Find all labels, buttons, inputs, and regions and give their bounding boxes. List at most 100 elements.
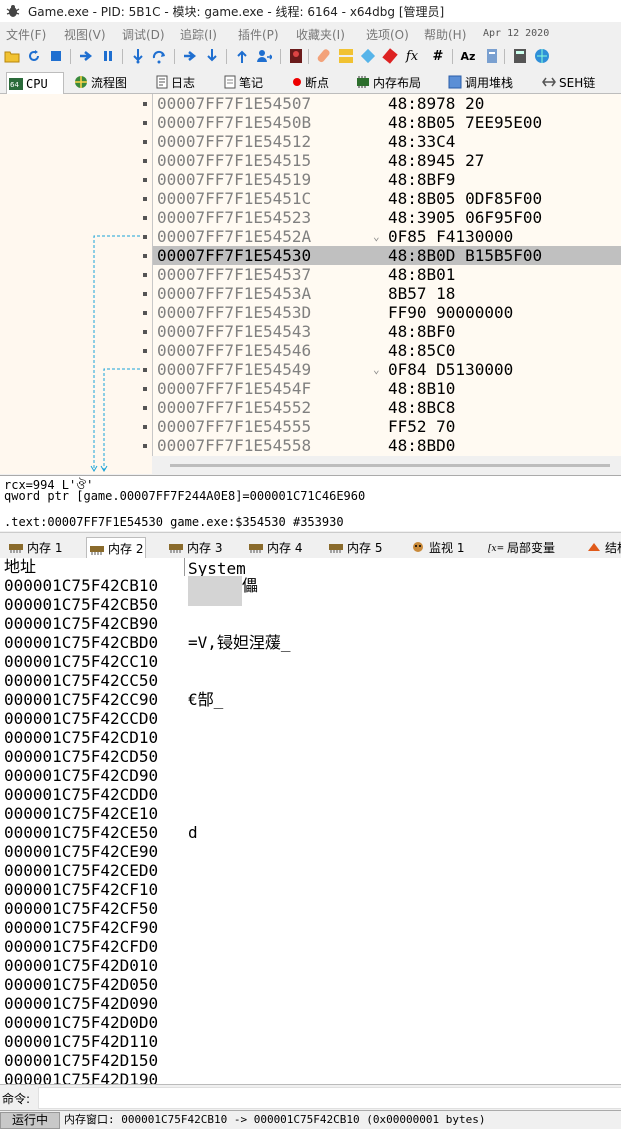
memory-dump-view[interactable]: 000001C75F42CB10 儡 000001C75F42CB50 000001C… [0, 576, 621, 1084]
tab-call-stack[interactable]: 调用堆栈 [446, 72, 515, 92]
disasm-row[interactable]: 00007FF7F1E5453A 8B57 18 [153, 284, 621, 303]
disasm-row[interactable]: 00007FF7F1E5454F 48:8B10 [153, 379, 621, 398]
tab-locals[interactable]: [x=]局部变量 [486, 537, 557, 557]
dump-row[interactable]: 000001C75F42CDD0 [0, 785, 621, 804]
disassembly-view[interactable]: 00007FF7F1E54507 48:8978 20 00007FF7F1E545… [152, 94, 621, 456]
step-into-icon[interactable] [130, 48, 146, 64]
dump-row[interactable]: 000001C75F42CC90 €郜_ [0, 690, 621, 709]
run-to-user-code-icon[interactable] [256, 48, 272, 64]
step-over-icon[interactable] [152, 48, 168, 64]
tab-dump-5[interactable]: 内存 5 [326, 537, 384, 557]
command-input[interactable] [38, 1087, 621, 1109]
dump-row[interactable]: 000001C75F42D010 [0, 956, 621, 975]
tab-dump-3[interactable]: 内存 3 [166, 537, 224, 557]
dump-row[interactable]: 000001C75F42CB50 [0, 595, 621, 614]
hash-icon[interactable]: # [430, 48, 446, 64]
dump-row[interactable]: 000001C75F42CB10 儡 [0, 576, 621, 595]
menu-trace[interactable]: 追踪(I) [180, 26, 217, 43]
comment-icon[interactable] [338, 48, 354, 64]
dump-row[interactable]: 000001C75F42CE50 d [0, 823, 621, 842]
disasm-row[interactable]: 00007FF7F1E5450B 48:8B05 7EE95E00 [153, 113, 621, 132]
disasm-row[interactable]: 00007FF7F1E54507 48:8978 20 [153, 94, 621, 113]
disasm-row[interactable]: 00007FF7F1E54543 48:8BF0 [153, 322, 621, 341]
restart-icon[interactable] [26, 48, 42, 64]
run-icon[interactable] [78, 48, 94, 64]
disasm-row[interactable]: 00007FF7F1E54549 ⌄ 0F84 D5130000 [153, 360, 621, 379]
disasm-row[interactable]: 00007FF7F1E5452A ⌄ 0F85 F4130000 [153, 227, 621, 246]
dump-row[interactable]: 000001C75F42CD50 [0, 747, 621, 766]
dump-row[interactable]: 000001C75F42CD10 [0, 728, 621, 747]
menu-options[interactable]: 选项(O) [366, 26, 409, 43]
scylla-icon[interactable] [288, 48, 304, 64]
menu-help[interactable]: 帮助(H) [424, 26, 466, 43]
bookmark-icon[interactable] [382, 48, 398, 64]
column-divider[interactable] [184, 558, 185, 576]
dump-row[interactable]: 000001C75F42CC50 [0, 671, 621, 690]
dump-row[interactable]: 000001C75F42CD90 [0, 766, 621, 785]
dump-row[interactable]: 000001C75F42CBD0 =V,锓妲涅蕿_ [0, 633, 621, 652]
dump-row[interactable]: 000001C75F42D190 [0, 1070, 621, 1084]
disasm-row[interactable]: 00007FF7F1E54512 48:33C4 [153, 132, 621, 151]
dump-row[interactable]: 000001C75F42D050 [0, 975, 621, 994]
disasm-row[interactable]: 00007FF7F1E54546 48:85C0 [153, 341, 621, 360]
disasm-row[interactable]: 00007FF7F1E5451C 48:8B05 0DF85F00 [153, 189, 621, 208]
disasm-row[interactable]: 00007FF7F1E54523 48:3905 06F95F00 [153, 208, 621, 227]
dump-row[interactable]: 000001C75F42CF50 [0, 899, 621, 918]
tab-notes[interactable]: 笔记 [222, 72, 265, 92]
function-icon[interactable]: fx [404, 48, 420, 64]
help-icon[interactable] [534, 48, 550, 64]
settings-icon[interactable] [484, 48, 500, 64]
dump-row[interactable]: 000001C75F42CF90 [0, 918, 621, 937]
disasm-row[interactable]: 00007FF7F1E54530 48:8B0D B15B5F00 [153, 246, 621, 265]
dump-row[interactable]: 000001C75F42CED0 [0, 861, 621, 880]
tab-watch-1[interactable]: 监视 1 [408, 537, 466, 557]
menu-favourites[interactable]: 收藏夹(I) [296, 26, 345, 43]
instruction-bytes: 48:8BF9 [388, 170, 456, 189]
dump-row[interactable]: 000001C75F42CCD0 [0, 709, 621, 728]
disasm-row[interactable]: 00007FF7F1E54558 48:8BD0 [153, 436, 621, 455]
menu-file[interactable]: 文件(F) [6, 26, 46, 43]
dump-row[interactable]: 000001C75F42D110 [0, 1032, 621, 1051]
disasm-row[interactable]: 00007FF7F1E5453D FF90 90000000 [153, 303, 621, 322]
tab-dump-4[interactable]: 内存 4 [246, 537, 304, 557]
menu-plugins[interactable]: 插件(P) [238, 26, 279, 43]
label-icon[interactable] [360, 48, 376, 64]
tab-breakpoints[interactable]: 断点 [290, 72, 331, 92]
font-icon[interactable]: Az [460, 48, 476, 64]
dump-row[interactable]: 000001C75F42D0D0 [0, 1013, 621, 1032]
trace-over-icon[interactable] [204, 48, 220, 64]
horizontal-scrollbar[interactable] [152, 456, 621, 474]
scrollbar-thumb[interactable] [170, 464, 610, 467]
stop-icon[interactable] [48, 48, 64, 64]
tab-cpu[interactable]: 64 CPU [6, 72, 64, 94]
dump-row[interactable]: 000001C75F42D090 [0, 994, 621, 1013]
tab-memory-map[interactable]: 内存布局 [354, 72, 423, 92]
disasm-row[interactable]: 00007FF7F1E54537 48:8B01 [153, 265, 621, 284]
tab-log[interactable]: 日志 [154, 72, 197, 92]
disasm-row[interactable]: 00007FF7F1E54552 48:8BC8 [153, 398, 621, 417]
tab-dump-1[interactable]: 内存 1 [6, 537, 64, 557]
dump-row[interactable]: 000001C75F42CE90 [0, 842, 621, 861]
tab-graph[interactable]: 流程图 [72, 72, 129, 92]
disasm-row[interactable]: 00007FF7F1E54519 48:8BF9 [153, 170, 621, 189]
patch-icon[interactable] [316, 48, 332, 64]
dump-row[interactable]: 000001C75F42CFD0 [0, 937, 621, 956]
dump-row[interactable]: 000001C75F42CB90 [0, 614, 621, 633]
dump-row[interactable]: 000001C75F42CF10 [0, 880, 621, 899]
tab-struct[interactable]: 结构 [584, 537, 621, 557]
calculator-icon[interactable] [512, 48, 528, 64]
address-column-header[interactable]: 地址 [4, 558, 36, 576]
dump-row[interactable]: 000001C75F42D150 [0, 1051, 621, 1070]
dump-row[interactable]: 000001C75F42CC10 [0, 652, 621, 671]
trace-into-icon[interactable] [182, 48, 198, 64]
tab-dump-2[interactable]: 内存 2 [86, 537, 147, 559]
pause-icon[interactable] [100, 48, 116, 64]
open-icon[interactable] [4, 48, 20, 64]
execute-till-return-icon[interactable] [234, 48, 250, 64]
dump-row[interactable]: 000001C75F42CE10 [0, 804, 621, 823]
menu-view[interactable]: 视图(V) [64, 26, 106, 43]
disasm-row[interactable]: 00007FF7F1E54515 48:8945 27 [153, 151, 621, 170]
tab-seh-chain[interactable]: SEH链 [540, 72, 597, 92]
disasm-row[interactable]: 00007FF7F1E54555 FF52 70 [153, 417, 621, 436]
menu-debug[interactable]: 调试(D) [122, 26, 165, 43]
